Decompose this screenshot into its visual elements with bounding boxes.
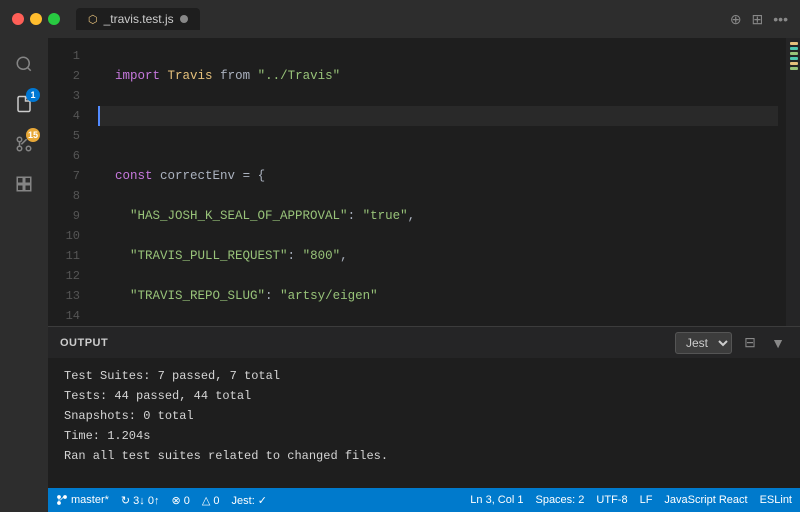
- status-right: Ln 3, Col 1 Spaces: 2 UTF-8 LF JavaScrip…: [470, 494, 792, 506]
- language-status[interactable]: JavaScript React: [664, 494, 747, 506]
- maximize-button[interactable]: [48, 13, 60, 25]
- expand-icon[interactable]: ▼: [768, 333, 788, 353]
- minimap-mark: [790, 42, 798, 45]
- zoom-icon[interactable]: ⊕: [730, 11, 742, 28]
- output-label: OUTPUT: [60, 337, 675, 349]
- output-line: Snapshots: 0 total: [64, 406, 784, 426]
- branch-name: master*: [71, 494, 109, 506]
- spaces-status[interactable]: Spaces: 2: [535, 494, 584, 506]
- output-line: Time: 1.204s: [64, 426, 784, 446]
- errors-status[interactable]: ⊗ 0: [171, 494, 189, 507]
- spaces-text: Spaces: 2: [535, 494, 584, 506]
- output-line: Ran all test suites related to changed f…: [64, 446, 784, 466]
- sidebar-item-files[interactable]: 1: [6, 86, 42, 122]
- output-panel: Test Suites: 7 passed, 7 total Tests: 44…: [48, 358, 800, 488]
- output-line: Test Suites: 7 passed, 7 total: [64, 366, 784, 386]
- sidebar-item-search[interactable]: [6, 46, 42, 82]
- more-icon[interactable]: •••: [773, 11, 788, 28]
- code-content[interactable]: import Travis from "../Travis" const cor…: [88, 38, 786, 326]
- line-numbers: 1 2 3 4 5 6 7 8 9 10 11 12 13 14 15 16 1…: [48, 38, 88, 326]
- sidebar-item-source-control[interactable]: 15: [6, 126, 42, 162]
- position-text: Ln 3, Col 1: [470, 494, 523, 506]
- layout-icon[interactable]: ⊞: [752, 11, 764, 28]
- minimap-mark: [790, 62, 798, 65]
- file-icon: ⬡: [88, 13, 98, 26]
- minimap-mark: [790, 52, 798, 55]
- minimap-mark: [790, 47, 798, 50]
- encoding-status[interactable]: UTF-8: [596, 494, 627, 506]
- sync-text: ↻ 3↓ 0↑: [121, 494, 160, 507]
- activity-bar: 1 15: [0, 38, 48, 512]
- sync-status[interactable]: ↻ 3↓ 0↑: [121, 494, 160, 507]
- minimize-button[interactable]: [30, 13, 42, 25]
- title-bar-actions: ⊕ ⊞ •••: [730, 11, 788, 28]
- output-controls: Jest ⊟ ▼: [675, 332, 788, 354]
- eol-text: LF: [640, 494, 653, 506]
- branch-status[interactable]: master*: [56, 494, 109, 506]
- editor-area: 1 2 3 4 5 6 7 8 9 10 11 12 13 14 15 16 1…: [48, 38, 800, 512]
- encoding-text: UTF-8: [596, 494, 627, 506]
- tab-filename: _travis.test.js: [104, 12, 174, 26]
- files-badge: 1: [26, 88, 40, 102]
- status-bar: master* ↻ 3↓ 0↑ ⊗ 0 △ 0 Jest: ✓ Ln 3, Co…: [48, 488, 800, 512]
- tab-modified-dot: [180, 15, 188, 23]
- linter-text: ESLint: [760, 494, 792, 506]
- close-button[interactable]: [12, 13, 24, 25]
- main-layout: 1 15 1 2 3 4 5 6 7: [0, 38, 800, 512]
- title-bar: ⬡ _travis.test.js ⊕ ⊞ •••: [0, 0, 800, 38]
- jest-selector[interactable]: Jest: [675, 332, 732, 354]
- jest-status[interactable]: Jest: ✓: [232, 494, 268, 507]
- minimap-mark: [790, 67, 798, 70]
- branch-icon: [56, 494, 68, 506]
- warnings-status[interactable]: △ 0: [202, 494, 220, 507]
- output-header: OUTPUT Jest ⊟ ▼: [48, 326, 800, 358]
- minimap-mark: [790, 57, 798, 60]
- jest-text: Jest: ✓: [232, 494, 268, 507]
- code-editor[interactable]: 1 2 3 4 5 6 7 8 9 10 11 12 13 14 15 16 1…: [48, 38, 800, 326]
- traffic-lights: [12, 13, 60, 25]
- errors-text: ⊗ 0: [171, 494, 189, 507]
- source-control-badge: 15: [26, 128, 40, 142]
- linter-status[interactable]: ESLint: [760, 494, 792, 506]
- language-text: JavaScript React: [664, 494, 747, 506]
- active-tab[interactable]: ⬡ _travis.test.js: [76, 8, 200, 30]
- eol-status[interactable]: LF: [640, 494, 653, 506]
- output-line: Tests: 44 passed, 44 total: [64, 386, 784, 406]
- sidebar-item-extensions[interactable]: [6, 166, 42, 202]
- position-status[interactable]: Ln 3, Col 1: [470, 494, 523, 506]
- warnings-text: △ 0: [202, 494, 220, 507]
- minimap: [786, 38, 800, 326]
- tab-bar: ⬡ _travis.test.js: [76, 8, 722, 30]
- filter-icon[interactable]: ⊟: [740, 333, 760, 353]
